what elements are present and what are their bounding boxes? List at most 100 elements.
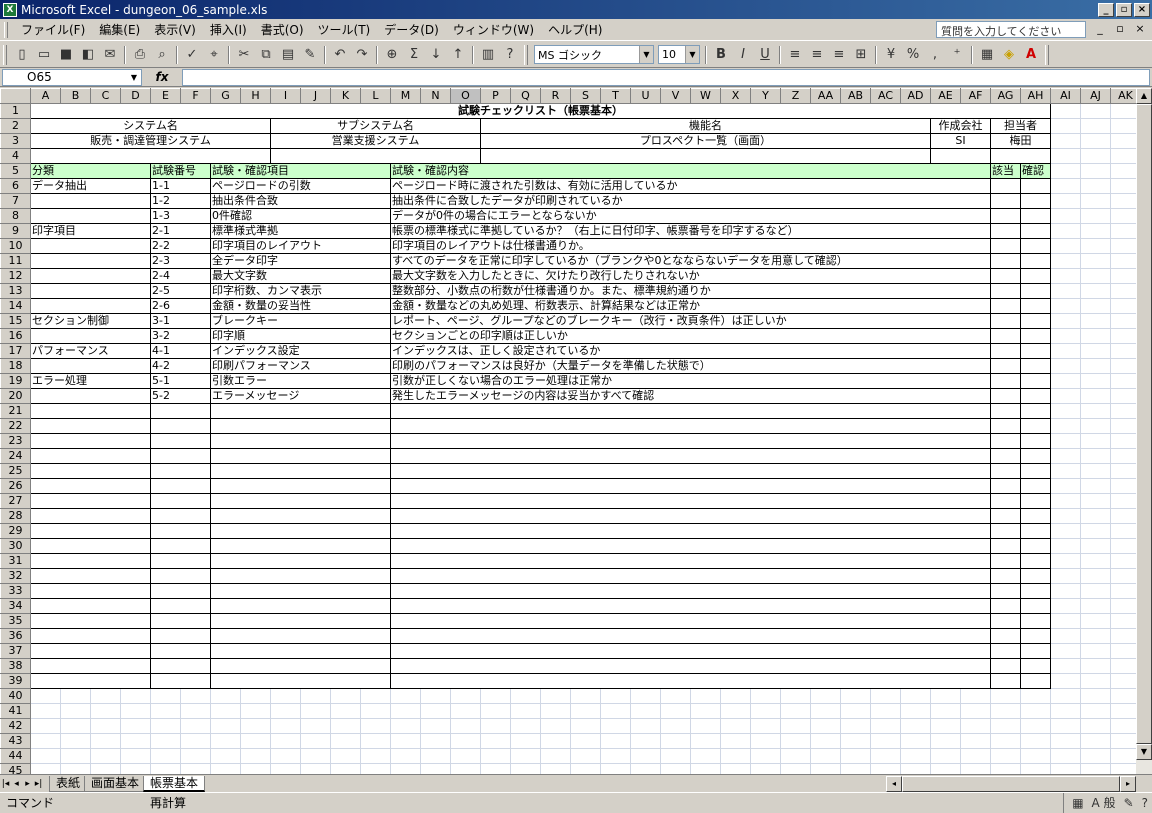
cell[interactable] bbox=[1080, 103, 1111, 119]
cell[interactable] bbox=[1110, 298, 1136, 314]
cell[interactable] bbox=[60, 718, 91, 734]
save-icon[interactable]: ■ bbox=[55, 44, 77, 66]
scroll-right-icon[interactable]: ▸ bbox=[1120, 775, 1136, 792]
row-header[interactable]: 21 bbox=[0, 403, 31, 419]
test-content-cell[interactable]: データが0件の場合にエラーとならないか bbox=[390, 208, 991, 224]
test-item-cell[interactable]: 全データ印字 bbox=[210, 253, 391, 269]
category-cell[interactable] bbox=[30, 433, 151, 449]
row-header[interactable]: 41 bbox=[0, 703, 31, 719]
cell[interactable] bbox=[1110, 358, 1136, 374]
applicable-cell[interactable] bbox=[990, 478, 1021, 494]
cell[interactable] bbox=[330, 733, 361, 749]
category-cell[interactable] bbox=[30, 673, 151, 689]
test-content-cell[interactable]: 印字項目のレイアウトは仕様書通りか。 bbox=[390, 238, 991, 254]
cell[interactable] bbox=[1110, 178, 1136, 194]
column-header[interactable]: AH bbox=[1020, 88, 1051, 104]
menu-edit[interactable]: 編集(E) bbox=[92, 20, 147, 40]
cell[interactable] bbox=[780, 763, 811, 774]
check-cell[interactable] bbox=[1020, 628, 1051, 644]
cell[interactable] bbox=[1050, 193, 1081, 209]
test-content-cell[interactable]: 引数が正しくない場合のエラー処理は正常か bbox=[390, 373, 991, 389]
check-cell[interactable] bbox=[1020, 568, 1051, 584]
cell[interactable] bbox=[480, 148, 931, 164]
cell[interactable] bbox=[570, 718, 601, 734]
row-header[interactable]: 42 bbox=[0, 718, 31, 734]
cell[interactable] bbox=[990, 718, 1021, 734]
test-no-cell[interactable] bbox=[150, 613, 211, 629]
cell[interactable] bbox=[630, 763, 661, 774]
header-owner[interactable]: 担当者 bbox=[990, 118, 1051, 134]
cell[interactable] bbox=[1080, 403, 1111, 419]
col-header-test-no[interactable]: 試験番号 bbox=[150, 163, 211, 179]
cell[interactable] bbox=[1110, 688, 1136, 704]
check-cell[interactable] bbox=[1020, 478, 1051, 494]
applicable-cell[interactable] bbox=[990, 328, 1021, 344]
column-header[interactable]: AE bbox=[930, 88, 961, 104]
cell[interactable] bbox=[450, 748, 481, 764]
row-header[interactable]: 35 bbox=[0, 613, 31, 629]
row-header[interactable]: 22 bbox=[0, 418, 31, 434]
cell[interactable] bbox=[870, 703, 901, 719]
row-header[interactable]: 1 bbox=[0, 103, 31, 119]
test-no-cell[interactable]: 2-3 bbox=[150, 253, 211, 269]
test-content-cell[interactable] bbox=[390, 568, 991, 584]
align-center-icon[interactable]: ≡ bbox=[806, 44, 828, 66]
test-no-cell[interactable]: 4-2 bbox=[150, 358, 211, 374]
test-item-cell[interactable] bbox=[210, 448, 391, 464]
category-cell[interactable] bbox=[30, 448, 151, 464]
col-header-test-item[interactable]: 試験・確認項目 bbox=[210, 163, 391, 179]
menu-tools[interactable]: ツール(T) bbox=[311, 20, 378, 40]
row-header[interactable]: 29 bbox=[0, 523, 31, 539]
cell[interactable] bbox=[1110, 598, 1136, 614]
currency-icon[interactable]: ¥ bbox=[880, 44, 902, 66]
cell[interactable] bbox=[780, 733, 811, 749]
cell[interactable] bbox=[540, 688, 571, 704]
row-header[interactable]: 11 bbox=[0, 253, 31, 269]
applicable-cell[interactable] bbox=[990, 658, 1021, 674]
restore-button[interactable]: ▫ bbox=[1116, 2, 1132, 17]
cell[interactable] bbox=[870, 748, 901, 764]
cell[interactable] bbox=[1050, 388, 1081, 404]
cell[interactable] bbox=[1080, 733, 1111, 749]
test-item-cell[interactable]: 最大文字数 bbox=[210, 268, 391, 284]
cell[interactable] bbox=[30, 748, 61, 764]
cell[interactable] bbox=[360, 718, 391, 734]
category-cell[interactable] bbox=[30, 253, 151, 269]
cell[interactable] bbox=[300, 733, 331, 749]
category-cell[interactable]: セクション制御 bbox=[30, 313, 151, 329]
cell[interactable] bbox=[1110, 448, 1136, 464]
scroll-up-icon[interactable]: ▲ bbox=[1136, 88, 1152, 104]
cell[interactable] bbox=[810, 763, 841, 774]
row-header[interactable]: 20 bbox=[0, 388, 31, 404]
cell[interactable] bbox=[900, 748, 931, 764]
check-cell[interactable] bbox=[1020, 283, 1051, 299]
row-header[interactable]: 5 bbox=[0, 163, 31, 179]
category-cell[interactable] bbox=[30, 628, 151, 644]
applicable-cell[interactable] bbox=[990, 598, 1021, 614]
permission-icon[interactable]: ◧ bbox=[77, 44, 99, 66]
spreadsheet-grid[interactable]: A B C D E F G H I J K L M N O P Q R S T U V W X Y Z AA AB AC AD AE AF AG… bbox=[0, 88, 1136, 774]
cell[interactable] bbox=[1110, 673, 1136, 689]
cell[interactable] bbox=[1080, 478, 1111, 494]
cell[interactable] bbox=[690, 748, 721, 764]
row-header[interactable]: 19 bbox=[0, 373, 31, 389]
test-item-cell[interactable] bbox=[210, 673, 391, 689]
test-no-cell[interactable]: 1-1 bbox=[150, 178, 211, 194]
cell[interactable] bbox=[1080, 418, 1111, 434]
chevron-down-icon[interactable]: ▼ bbox=[685, 46, 699, 63]
research-icon[interactable]: ⌖ bbox=[203, 44, 225, 66]
check-cell[interactable] bbox=[1020, 553, 1051, 569]
col-header-applicable[interactable]: 該当 bbox=[990, 163, 1021, 179]
test-no-cell[interactable] bbox=[150, 673, 211, 689]
last-sheet-icon[interactable]: ▸| bbox=[33, 779, 44, 789]
menu-file[interactable]: ファイル(F) bbox=[14, 20, 92, 40]
applicable-cell[interactable] bbox=[990, 268, 1021, 284]
cell[interactable] bbox=[180, 703, 211, 719]
cell[interactable] bbox=[420, 748, 451, 764]
test-no-cell[interactable]: 2-2 bbox=[150, 238, 211, 254]
cell[interactable] bbox=[1080, 703, 1111, 719]
check-cell[interactable] bbox=[1020, 448, 1051, 464]
test-item-cell[interactable] bbox=[210, 493, 391, 509]
cell[interactable] bbox=[600, 688, 631, 704]
cell[interactable] bbox=[1050, 208, 1081, 224]
